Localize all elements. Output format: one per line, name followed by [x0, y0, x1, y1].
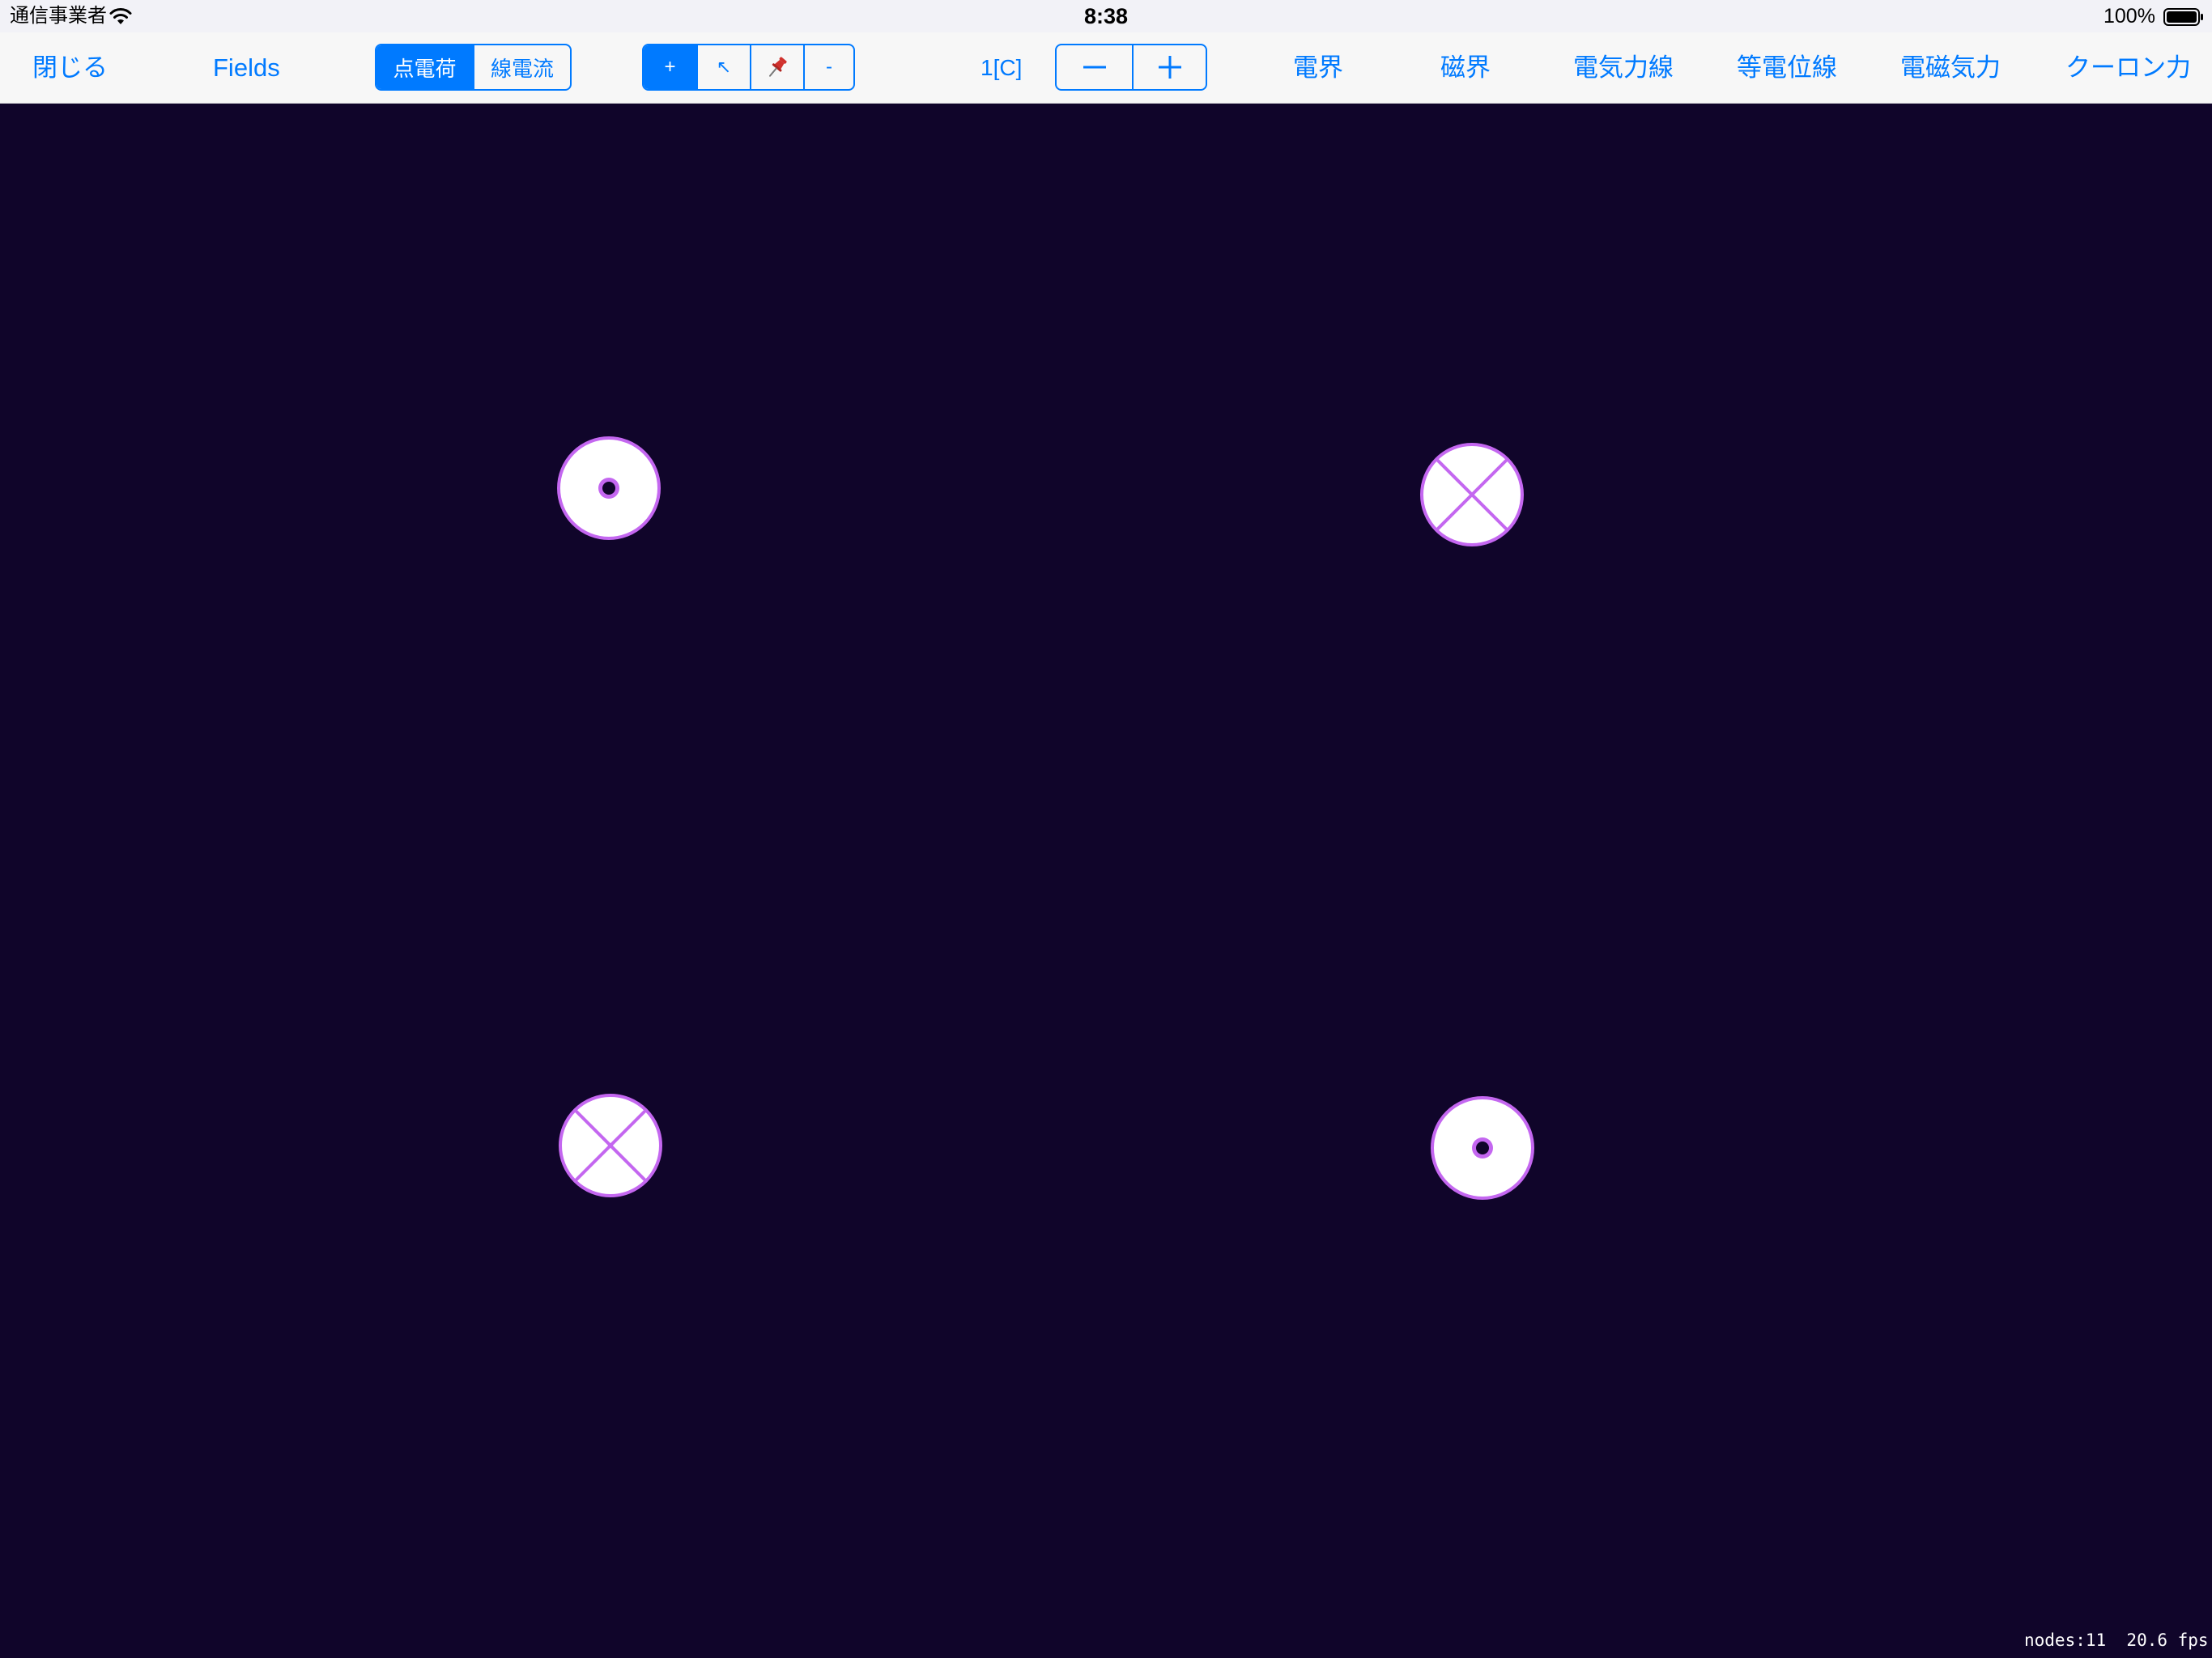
close-button[interactable]: 閉じる	[32, 32, 108, 103]
cross-circle-icon	[559, 1094, 662, 1197]
mode-point-charge-segment[interactable]: 点電荷	[376, 45, 473, 89]
increment-button[interactable]	[1132, 45, 1206, 89]
charge-out-of-page[interactable]	[557, 436, 661, 540]
field-canvas[interactable]	[0, 104, 2212, 1658]
select-tool-segment[interactable]: ↖	[696, 45, 750, 89]
mode-line-current-segment[interactable]: 線電流	[473, 45, 570, 89]
tool-segmented-control: + ↖ -	[642, 44, 855, 91]
add-tool-segment[interactable]: +	[644, 45, 696, 89]
electric-field-lines-toggle[interactable]: 電気力線	[1573, 32, 1674, 103]
electromagnetic-force-toggle[interactable]: 電磁気力	[1900, 32, 2001, 103]
dot-circle-icon	[557, 436, 661, 540]
carrier-label: 通信事業者	[10, 5, 107, 27]
charge-into-page[interactable]	[1420, 443, 1524, 546]
electric-field-toggle[interactable]: 電界	[1293, 32, 1343, 103]
plus-icon	[1158, 56, 1181, 79]
toolbar: 閉じる Fields 点電荷 線電流 + ↖ - 1[C] 電界 磁界 電気力線…	[0, 32, 2212, 104]
pin-icon	[769, 57, 787, 77]
battery-icon	[2163, 8, 2203, 26]
app-title: Fields	[213, 53, 280, 82]
equipotential-lines-toggle[interactable]: 等電位線	[1737, 32, 1837, 103]
charge-stepper	[1055, 44, 1207, 91]
coulomb-force-toggle[interactable]: クーロン力	[2065, 32, 2191, 103]
dot-circle-icon	[1431, 1096, 1534, 1200]
remove-tool-segment[interactable]: -	[803, 45, 853, 89]
cross-circle-icon	[1420, 443, 1524, 546]
status-bar: 通信事業者 8:38 100%	[0, 0, 2212, 32]
minus-icon	[1083, 66, 1106, 69]
decrement-button[interactable]	[1057, 45, 1132, 89]
battery-percent: 100%	[2104, 5, 2155, 28]
charge-into-page[interactable]	[559, 1094, 662, 1197]
charge-out-of-page[interactable]	[1431, 1096, 1534, 1200]
clock: 8:38	[1083, 4, 1129, 28]
wifi-icon	[109, 8, 132, 24]
performance-stats: nodes:11 20.6 fps	[2024, 1630, 2209, 1650]
pin-tool-segment[interactable]	[750, 45, 803, 89]
charge-value-label: 1[C]	[981, 55, 1023, 80]
mode-segmented-control: 点電荷 線電流	[375, 44, 572, 91]
magnetic-field-toggle[interactable]: 磁界	[1440, 32, 1491, 103]
